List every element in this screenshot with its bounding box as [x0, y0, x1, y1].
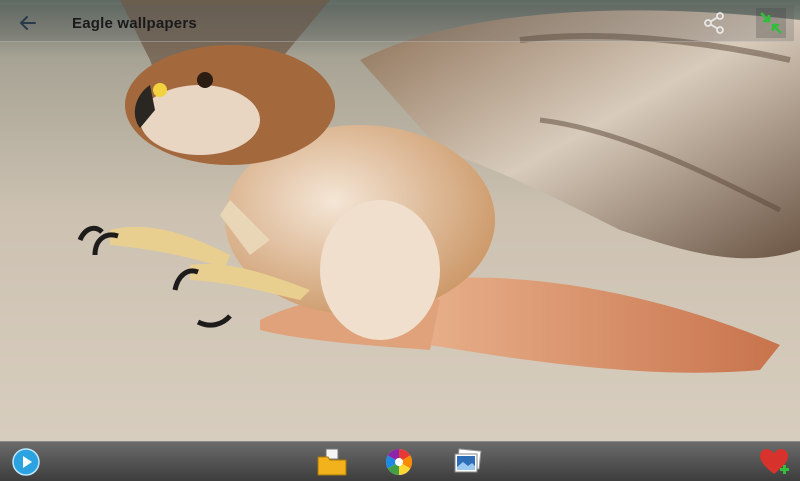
favorite-heart-add-icon [760, 449, 789, 474]
slideshow-play-icon [12, 448, 40, 476]
add-to-favorites-button[interactable] [758, 446, 790, 478]
gallery-button[interactable] [452, 446, 484, 478]
eagle-wallpaper [0, 0, 800, 480]
share-icon [704, 12, 724, 34]
folder-icon [317, 448, 347, 476]
page-title: Eagle wallpapers [72, 15, 197, 32]
collapse-arrows-icon [760, 12, 782, 34]
color-picker-button[interactable] [383, 446, 415, 478]
back-button[interactable] [14, 9, 42, 37]
arrow-left-icon [19, 16, 36, 30]
folder-button[interactable] [316, 446, 348, 478]
top-action-bar: Eagle wallpapers [0, 5, 794, 42]
image-gallery-icon [454, 448, 482, 473]
slideshow-button[interactable] [10, 446, 42, 478]
fullscreen-toggle-button[interactable] [756, 8, 786, 38]
color-wheel-icon [385, 448, 413, 476]
bottom-toolbar [0, 441, 800, 481]
share-button[interactable] [700, 9, 728, 37]
